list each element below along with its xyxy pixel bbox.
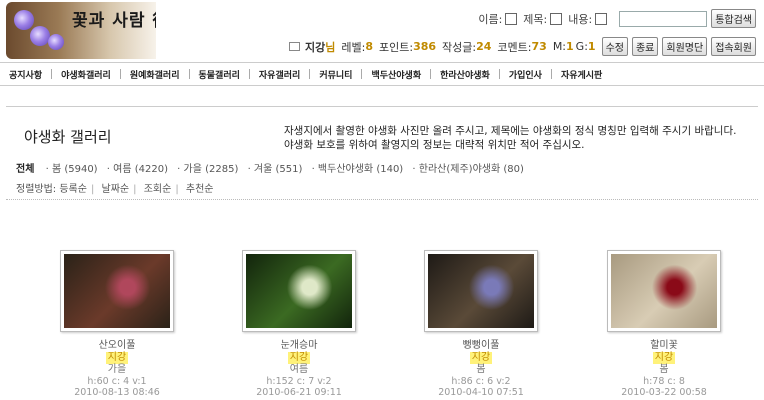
nav-item-garden-gallery[interactable]: 원예화갤러리: [121, 68, 189, 81]
category-halla[interactable]: · 한라산(제주)야생화 (80): [412, 164, 523, 175]
item-season: 봄: [659, 364, 669, 375]
level-label: 레벨:: [341, 40, 366, 54]
user-name-suffix: 님: [325, 40, 336, 54]
description-line: 야생화 보호를 위하여 촬영지의 정보는 대략적 위치만 적어 주십시오.: [284, 139, 585, 151]
nav-item-free-board[interactable]: 자유게시판: [552, 68, 611, 81]
flower-photo[interactable]: [428, 254, 534, 328]
item-season: 가을: [107, 364, 127, 375]
flower-photo[interactable]: [64, 254, 170, 328]
points-value: 386: [413, 40, 437, 53]
g-label: G:: [575, 40, 588, 53]
gallery-item: 눈개승마 지강 여름 h:152 c: 7 v:2 2010-06-21 09:…: [224, 250, 374, 398]
item-stats: h:86 c: 6 v:2: [451, 376, 511, 387]
comments-value: 73: [531, 40, 547, 53]
logout-button[interactable]: 종료: [631, 37, 659, 56]
category-all[interactable]: 전체: [16, 164, 34, 175]
item-author[interactable]: 지강: [652, 352, 676, 364]
gallery-description: 자생지에서 촬영한 야생화 사진만 올려 주시고, 제목에는 야생화의 정식 명…: [284, 124, 758, 152]
sort-options: 정렬방법: 등록순 | 날짜순 | 조회순 | 추천순: [16, 184, 214, 195]
item-author[interactable]: 지강: [469, 352, 493, 364]
subject-search-label: 제목:: [523, 12, 548, 26]
category-spring[interactable]: · 봄 (5940): [46, 164, 98, 175]
item-date: 2010-08-13 08:46: [74, 387, 160, 398]
divider: [6, 199, 758, 200]
nav-item-baekdu-wildflower[interactable]: 백두산야생화: [362, 68, 430, 81]
subject-search-checkbox[interactable]: [550, 12, 563, 25]
gallery-item: 할미꽃 지강 봄 h:78 c: 8 2010-03-22 00:58: [589, 250, 739, 398]
search-submit-button[interactable]: 통합검색: [711, 9, 756, 28]
comments-label: 코멘트:: [497, 40, 532, 54]
flower-photo[interactable]: [246, 254, 352, 328]
site-logo[interactable]: 꽃과 사람 後기: [6, 2, 156, 59]
sort-by-registration[interactable]: 등록순: [59, 184, 87, 195]
online-members-button[interactable]: 접속회원: [711, 37, 756, 56]
item-season: 여름: [289, 364, 309, 375]
thumbnail-frame[interactable]: [424, 250, 538, 332]
user-info-bar: 지강 님 레벨: 8 포인트: 386 작성글: 24 코멘트: 73 M: 1 G: 1 수…: [289, 37, 756, 56]
content-search-label: 내용:: [568, 12, 593, 26]
sort-label: 정렬방법:: [16, 184, 57, 195]
item-date: 2010-03-22 00:58: [621, 387, 707, 398]
flower-photo[interactable]: [611, 254, 717, 328]
page-title: 야생화 갤러리: [24, 128, 112, 146]
item-stats: h:78 c: 8: [643, 376, 685, 387]
item-date: 2010-06-21 09:11: [256, 387, 342, 398]
points-label: 포인트:: [378, 40, 414, 54]
item-author[interactable]: 지강: [105, 352, 129, 364]
category-filter: 전체 · 봄 (5940) · 여름 (4220) · 가을 (2285) · …: [16, 160, 530, 175]
gallery-item: 산오이풀 지강 가을 h:60 c: 4 v:1 2010-08-13 08:4…: [42, 250, 192, 398]
item-title[interactable]: 눈개승마: [224, 340, 374, 352]
m-label: M:: [552, 40, 567, 53]
sort-by-views[interactable]: 조회순: [144, 184, 172, 195]
gallery-item: 뻥뻥이풀 지강 봄 h:86 c: 6 v:2 2010-04-10 07:51: [406, 250, 556, 398]
item-title[interactable]: 뻥뻥이풀: [406, 340, 556, 352]
nav-item-greetings[interactable]: 가입인사: [500, 68, 551, 81]
item-season: 봄: [476, 364, 486, 375]
flower-icon: [48, 34, 64, 50]
divider: [6, 106, 758, 107]
edit-profile-button[interactable]: 수정: [601, 37, 628, 56]
category-summer[interactable]: · 여름 (4220): [107, 164, 168, 175]
posts-value: 24: [476, 40, 492, 53]
name-search-label: 이름:: [478, 12, 503, 26]
m-value[interactable]: 1: [566, 40, 574, 53]
posts-label: 작성글:: [442, 40, 477, 54]
description-line: 자생지에서 촬영한 야생화 사진만 올려 주시고, 제목에는 야생화의 정식 명…: [284, 125, 737, 137]
nav-item-animal-gallery[interactable]: 동물갤러리: [190, 68, 249, 81]
thumbnail-frame[interactable]: [242, 250, 356, 332]
item-author[interactable]: 지강: [287, 352, 311, 364]
logo-text: 꽃과 사람 後기: [72, 11, 156, 31]
nav-item-free-gallery[interactable]: 자유갤러리: [250, 68, 309, 81]
search-input[interactable]: [619, 10, 708, 27]
user-name[interactable]: 지강: [305, 39, 325, 55]
g-value[interactable]: 1: [588, 40, 596, 53]
category-baekdu[interactable]: · 백두산야생화 (140): [312, 164, 404, 175]
member-list-button[interactable]: 회원명단: [662, 37, 708, 56]
item-date: 2010-04-10 07:51: [438, 387, 524, 398]
search-bar: 이름: 제목: 내용: 통합검색: [478, 9, 756, 28]
nav-item-community[interactable]: 커뮤니티: [310, 68, 361, 81]
flower-icon: [14, 10, 34, 30]
item-title[interactable]: 할미꽃: [589, 340, 739, 352]
item-stats: h:60 c: 4 v:1: [87, 376, 147, 387]
content-search-checkbox[interactable]: [595, 12, 608, 25]
category-winter[interactable]: · 겨울 (551): [248, 164, 303, 175]
category-autumn[interactable]: · 가을 (2285): [177, 164, 238, 175]
nav-item-notice[interactable]: 공지사항: [0, 68, 51, 81]
mail-icon[interactable]: [289, 42, 300, 51]
item-stats: h:152 c: 7 v:2: [266, 376, 332, 387]
thumbnail-frame[interactable]: [607, 250, 721, 332]
sort-by-date[interactable]: 날짜순: [102, 184, 130, 195]
thumbnail-frame[interactable]: [60, 250, 174, 332]
nav-item-wildflower-gallery[interactable]: 야생화갤러리: [52, 68, 120, 81]
main-nav: 공지사항 야생화갤러리 원예화갤러리 동물갤러리 자유갤러리 커뮤니티 백두산야…: [0, 62, 764, 86]
flower-icon: [30, 26, 50, 46]
item-title[interactable]: 산오이풀: [42, 340, 192, 352]
level-value: 8: [365, 40, 373, 53]
nav-item-halla-wildflower[interactable]: 한라산야생화: [431, 68, 499, 81]
name-search-checkbox[interactable]: [505, 12, 518, 25]
sort-by-recommend[interactable]: 추천순: [186, 184, 214, 195]
